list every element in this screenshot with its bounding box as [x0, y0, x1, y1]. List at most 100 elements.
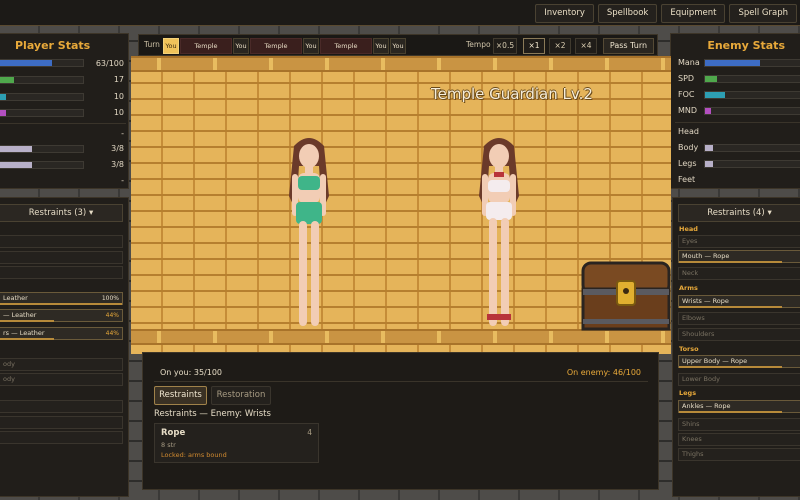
player-slot-pct: 44% — [105, 330, 119, 337]
enemy-stats-panel: Enemy Stats Mana SPD FOC MND Head Body L… — [670, 33, 800, 189]
enemy-mana-bar — [704, 59, 800, 67]
enemy-slot-label: Ankles — Rope — [682, 402, 731, 410]
enemy-mnd-fill — [705, 108, 711, 114]
enemy-character — [479, 138, 519, 326]
turn-order-current: You — [163, 38, 179, 54]
enemy-foc-fill — [705, 92, 725, 98]
tab-restraints[interactable]: Restraints — [154, 386, 207, 405]
player-mana-fill — [0, 60, 53, 66]
enemy-slot-neck[interactable]: Neck — [678, 267, 800, 280]
enemy-slot-knees[interactable]: Knees — [678, 433, 800, 446]
enemy-head-label: Head — [678, 127, 699, 136]
tempo-1x-button[interactable]: ×1 — [523, 38, 545, 54]
top-nav: Inventory Spellbook Equipment Spell Grap… — [535, 4, 797, 23]
turn-order-item: You — [373, 38, 389, 54]
tempo-2x-button[interactable]: ×2 — [549, 38, 571, 54]
enemy-slot-eyes[interactable]: Eyes — [678, 235, 800, 248]
turn-order-item: You — [390, 38, 406, 54]
player-stats-panel: Player Stats 63/100 17 10 10 - 3/8 3/8 - — [0, 33, 129, 189]
enemy-section-torso: Torso — [679, 345, 699, 353]
action-panel: On you: 35/100 On enemy: 46/100 Restrain… — [142, 352, 659, 490]
treasure-chest-icon[interactable] — [581, 261, 671, 331]
enemy-slot-wrists[interactable]: Wrists — Rope — [678, 295, 800, 308]
on-enemy-text: On enemy: 46/100 — [566, 368, 641, 377]
player-slot-4[interactable] — [0, 400, 123, 413]
rope-card-locked: Locked: arms bound — [161, 451, 227, 459]
enemy-body-label: Body — [678, 143, 699, 152]
enemy-slot-ankles[interactable]: Ankles — Rope — [678, 400, 800, 413]
turn-order-item: Temple Guardian — [320, 38, 372, 64]
rope-card-count: 4 — [307, 428, 312, 437]
player-feet-value: - — [121, 176, 124, 185]
rope-card[interactable]: Rope 4 8 str Locked: arms bound — [154, 423, 319, 463]
player-foc-fill — [0, 94, 6, 100]
enemy-slot-shins[interactable]: Shins — [678, 418, 800, 431]
player-slot-pct: 44% — [105, 312, 119, 319]
enemy-slot-upper-body[interactable]: Upper Body — Rope — [678, 355, 800, 368]
player-legs-value: 3/8 — [111, 160, 124, 169]
player-slot-body-1[interactable]: ody — [0, 358, 123, 371]
spell-graph-button[interactable]: Spell Graph — [729, 4, 797, 23]
player-slot-label: Leather — [3, 294, 28, 302]
player-slot-3[interactable] — [0, 266, 123, 279]
player-slot-2[interactable] — [0, 251, 123, 264]
player-slot-leather-1[interactable]: Leather 100% — [0, 292, 123, 305]
enemy-slot-lower-body[interactable]: Lower Body — [678, 373, 800, 386]
enemy-restraints-dropdown[interactable]: Restraints (4) ▾ — [678, 204, 800, 222]
enemy-slot-thighs[interactable]: Thighs — [678, 448, 800, 461]
player-slot-5[interactable] — [0, 416, 123, 429]
pass-turn-button[interactable]: Pass Turn — [603, 38, 654, 54]
tab-restoration[interactable]: Restoration — [211, 386, 271, 405]
enemy-slot-label: Wrists — Rope — [682, 297, 729, 305]
turn-order-item: Temple Guardian — [250, 38, 302, 64]
enemy-foc-label: FOC — [678, 90, 695, 99]
player-slot-1[interactable] — [0, 235, 123, 248]
player-slot-body-2[interactable]: ody — [0, 373, 123, 386]
enemy-slot-shoulders[interactable]: Shoulders — [678, 328, 800, 341]
top-bar: Inventory Spellbook Equipment Spell Grap… — [0, 0, 800, 26]
player-spd-fill — [0, 77, 14, 83]
enemy-slot-label: Upper Body — Rope — [682, 357, 748, 365]
enemy-restraints-panel: Restraints (4) ▾ Head Eyes Mouth — Rope … — [672, 197, 800, 497]
tempo-4x-button[interactable]: ×4 — [575, 38, 597, 54]
enemy-slot-mouth[interactable]: Mouth — Rope — [678, 250, 800, 263]
enemy-slot-progress — [679, 261, 782, 263]
enemy-feet-label: Feet — [678, 175, 696, 184]
enemy-body-fill — [705, 145, 713, 151]
player-body-fill — [0, 146, 32, 152]
player-character — [289, 138, 329, 326]
enemy-body-bar — [704, 144, 800, 152]
inventory-button[interactable]: Inventory — [535, 4, 594, 23]
player-body-bar — [0, 145, 84, 153]
player-foc-value: 10 — [113, 92, 124, 101]
player-restraints-dropdown[interactable]: Restraints (3) ▾ — [0, 204, 123, 222]
enemy-section-arms: Arms — [679, 284, 698, 292]
tempo-half-button[interactable]: ×0.5 — [493, 38, 517, 54]
player-slot-6[interactable] — [0, 431, 123, 444]
restraints-heading: Restraints — Enemy: Wrists — [154, 409, 271, 419]
enemy-name-label: Temple Guardian Lv.2 — [431, 85, 593, 103]
enemy-slot-progress — [679, 411, 782, 413]
enemy-section-legs: Legs — [679, 389, 697, 397]
player-slot-leather-2[interactable]: — Leather 44% — [0, 309, 123, 322]
on-you-text: On you: 35/100 — [160, 368, 222, 377]
enemy-mnd-label: MND — [678, 106, 698, 115]
enemy-legs-bar — [704, 160, 800, 168]
player-slot-progress — [0, 303, 122, 305]
player-foc-bar — [0, 93, 84, 101]
player-mnd-fill — [0, 110, 6, 116]
enemy-spd-label: SPD — [678, 74, 695, 83]
enemy-slot-progress — [679, 366, 782, 368]
player-slot-leather-3[interactable]: rs — Leather 44% — [0, 327, 123, 340]
turn-bar: Turn You Temple Guardian You Temple Guar… — [138, 34, 658, 64]
player-slot-progress — [0, 320, 54, 322]
equipment-button[interactable]: Equipment — [661, 4, 726, 23]
enemy-stats-title: Enemy Stats — [707, 39, 785, 52]
player-mnd-value: 10 — [113, 108, 124, 117]
spellbook-button[interactable]: Spellbook — [597, 4, 658, 23]
player-stats-title: Player Stats — [15, 39, 91, 52]
enemy-spd-bar — [704, 75, 800, 83]
turn-order-item: You — [233, 38, 249, 54]
enemy-foc-bar — [704, 91, 800, 99]
enemy-slot-elbows[interactable]: Elbows — [678, 312, 800, 325]
